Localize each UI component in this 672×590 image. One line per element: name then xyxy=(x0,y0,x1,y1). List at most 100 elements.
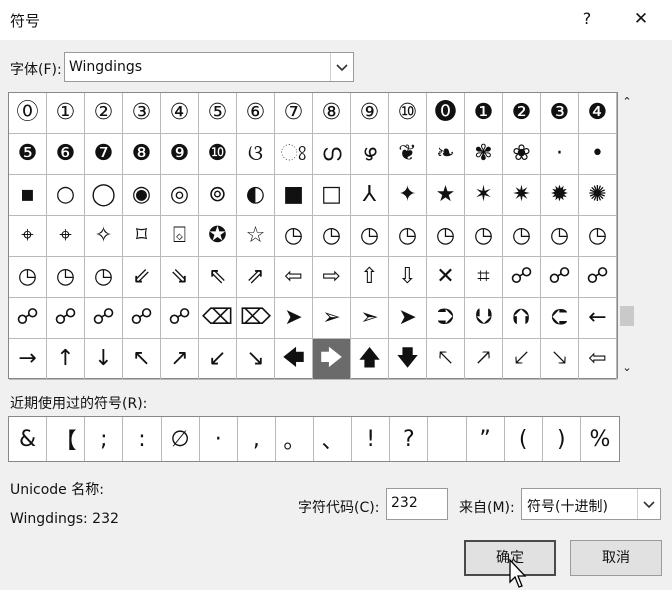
symbol-cell[interactable]: ⑤ xyxy=(199,93,237,134)
symbol-cell[interactable]: ☆ xyxy=(237,216,275,257)
symbol-cell[interactable]: ◷ xyxy=(9,257,47,298)
symbol-cell[interactable]: ❻ xyxy=(47,134,85,175)
symbol-cell[interactable]: ◷ xyxy=(579,216,617,257)
grid-scrollbar[interactable]: ⌃ ⌄ xyxy=(618,92,636,379)
symbol-cell[interactable]: → xyxy=(9,339,47,380)
symbol-cell[interactable]: ⮊ xyxy=(427,298,465,339)
symbol-cell[interactable]: ✧ xyxy=(85,216,123,257)
symbol-cell[interactable]: ◷ xyxy=(85,257,123,298)
symbol-cell[interactable]: ◷ xyxy=(47,257,85,298)
symbol-cell[interactable]: ⑨ xyxy=(351,93,389,134)
symbol-cell[interactable]: ➣ xyxy=(351,298,389,339)
symbol-cell[interactable]: ⑥ xyxy=(237,93,275,134)
symbol-cell[interactable]: ✶ xyxy=(465,175,503,216)
symbol-cell[interactable]: ↓ xyxy=(85,339,123,380)
symbol-cell[interactable]: ✦ xyxy=(389,175,427,216)
symbol-cell[interactable]: ◷ xyxy=(389,216,427,257)
chevron-down-icon[interactable] xyxy=(637,489,660,519)
recent-symbol-cell[interactable]: : xyxy=(123,417,162,461)
symbol-cell[interactable]: ⇨ xyxy=(313,257,351,298)
symbol-cell[interactable]: 🡔 xyxy=(427,339,465,380)
symbol-cell[interactable]: ◐ xyxy=(237,175,275,216)
recent-symbol-cell[interactable]: 。 xyxy=(276,417,314,461)
symbol-cell[interactable]: ✕ xyxy=(427,257,465,298)
symbol-cell[interactable]: ○ xyxy=(47,175,85,216)
symbol-cell[interactable]: ☍ xyxy=(9,298,47,339)
symbol-cell[interactable]: ◷ xyxy=(313,216,351,257)
symbol-cell[interactable]: ⮉ xyxy=(503,298,541,339)
symbol-cell[interactable]: ⌫ xyxy=(199,298,237,339)
symbol-cell[interactable]: ⊚ xyxy=(199,175,237,216)
symbol-cell[interactable]: 🡕 xyxy=(465,339,503,380)
symbol-cell[interactable]: ☍ xyxy=(85,298,123,339)
symbol-cell[interactable]: 🡆 xyxy=(313,339,351,380)
symbol-cell[interactable]: ⌑ xyxy=(123,216,161,257)
symbol-cell[interactable]: ★ xyxy=(427,175,465,216)
help-button[interactable]: ? xyxy=(572,4,602,34)
symbol-cell[interactable]: ✷ xyxy=(503,175,541,216)
symbol-cell[interactable]: □ xyxy=(313,175,351,216)
symbol-cell[interactable]: ⌦ xyxy=(237,298,275,339)
symbol-cell[interactable]: ④ xyxy=(161,93,199,134)
char-code-input[interactable]: 232 xyxy=(386,488,448,520)
symbol-cell[interactable]: ◎ xyxy=(161,175,199,216)
symbol-cell[interactable]: ↘ xyxy=(237,339,275,380)
scroll-thumb[interactable] xyxy=(620,306,634,326)
symbol-cell[interactable]: • xyxy=(579,134,617,175)
symbol-cell[interactable]: ➢ xyxy=(313,298,351,339)
cancel-button[interactable]: 取消 xyxy=(570,540,662,576)
symbol-cell[interactable]: ⌖ xyxy=(47,216,85,257)
symbol-cell[interactable]: ← xyxy=(579,298,617,339)
recent-symbol-cell[interactable]: · xyxy=(200,417,238,461)
recent-symbol-cell[interactable]: , xyxy=(238,417,276,461)
symbol-cell[interactable]: ◷ xyxy=(351,216,389,257)
symbol-cell[interactable]: ☍ xyxy=(123,298,161,339)
symbol-cell[interactable]: ❾ xyxy=(161,134,199,175)
symbol-cell[interactable]: ଓ xyxy=(237,134,275,175)
symbol-cell[interactable]: ⓪ xyxy=(9,93,47,134)
symbol-cell[interactable]: ❼ xyxy=(85,134,123,175)
symbol-cell[interactable]: ⅄ xyxy=(351,175,389,216)
symbol-cell[interactable]: 🡇 xyxy=(389,339,427,380)
symbol-cell[interactable]: ❀ xyxy=(503,134,541,175)
symbol-cell[interactable]: ❷ xyxy=(503,93,541,134)
symbol-cell[interactable]: ⌺ xyxy=(161,216,199,257)
symbol-cell[interactable]: ② xyxy=(85,93,123,134)
symbol-cell[interactable]: ◷ xyxy=(503,216,541,257)
symbol-cell[interactable]: ↖ xyxy=(123,339,161,380)
symbol-cell[interactable]: ⇖ xyxy=(199,257,237,298)
symbol-cell[interactable]: ⇘ xyxy=(161,257,199,298)
symbol-cell[interactable]: ❦ xyxy=(389,134,427,175)
symbol-cell[interactable]: ■ xyxy=(275,175,313,216)
symbol-cell[interactable]: ↑ xyxy=(47,339,85,380)
symbol-cell[interactable]: ഴ xyxy=(351,134,389,175)
symbol-cell[interactable]: ◷ xyxy=(465,216,503,257)
from-dropdown[interactable]: 符号(十进制) xyxy=(521,488,661,520)
symbol-cell[interactable]: ❹ xyxy=(579,93,617,134)
recent-symbol-cell[interactable]: ∅ xyxy=(162,417,200,461)
symbol-cell[interactable]: ⇙ xyxy=(123,257,161,298)
recent-symbol-cell[interactable]: ” xyxy=(467,417,505,461)
symbol-cell[interactable]: ➤ xyxy=(275,298,313,339)
symbol-cell[interactable]: ↙ xyxy=(199,339,237,380)
symbol-cell[interactable]: ⑩ xyxy=(389,93,427,134)
symbol-cell[interactable]: ↗ xyxy=(161,339,199,380)
symbol-cell[interactable]: ✹ xyxy=(541,175,579,216)
symbol-cell[interactable]: ☍ xyxy=(47,298,85,339)
recent-symbol-cell[interactable]: & xyxy=(9,417,48,461)
symbol-cell[interactable]: ✾ xyxy=(465,134,503,175)
symbol-cell[interactable]: ◷ xyxy=(275,216,313,257)
font-dropdown[interactable]: Wingdings xyxy=(64,52,354,82)
symbol-cell[interactable]: ⑦ xyxy=(275,93,313,134)
symbol-cell[interactable]: ❿ xyxy=(199,134,237,175)
recent-symbol-cell[interactable]: ; xyxy=(85,417,124,461)
symbol-cell[interactable]: ◷ xyxy=(427,216,465,257)
recent-symbol-cell[interactable]: ? xyxy=(390,417,429,461)
recent-symbol-cell[interactable]: 【 xyxy=(47,417,86,461)
symbol-cell[interactable]: 🡖 xyxy=(541,339,579,380)
symbol-cell[interactable]: ◉ xyxy=(123,175,161,216)
symbol-cell[interactable]: ◯ xyxy=(85,175,123,216)
symbol-cell[interactable]: ⓿ xyxy=(427,93,465,134)
symbol-cell[interactable]: ⮋ xyxy=(465,298,503,339)
symbol-cell[interactable]: ③ xyxy=(123,93,161,134)
